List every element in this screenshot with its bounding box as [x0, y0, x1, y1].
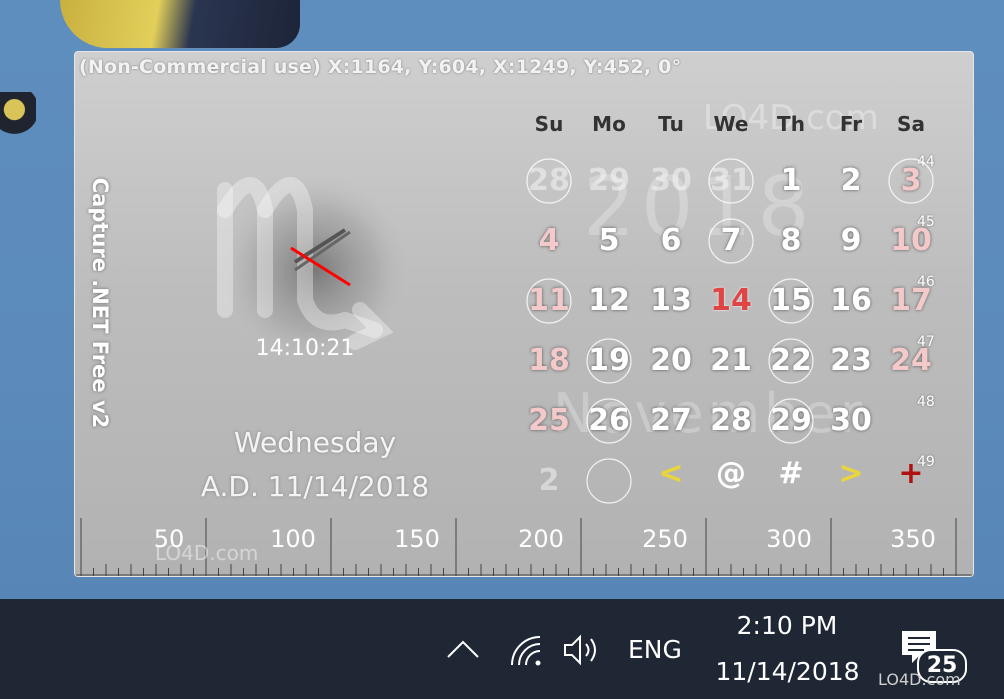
calendar-day[interactable]: 22 [761, 336, 821, 386]
calendar-day[interactable]: 23 [821, 336, 881, 386]
app-title-vertical: Capture .NET Free v2 [83, 148, 117, 458]
week-button[interactable]: # [771, 456, 811, 491]
moon-phase-icon [586, 458, 632, 504]
calendar-day[interactable]: 8 [761, 216, 821, 266]
app-title-text: Capture .NET Free v2 [88, 177, 112, 429]
full-date: A.D. 11/14/2018 [200, 470, 430, 503]
calendar-day[interactable]: 5 [579, 216, 639, 266]
week-number: 44 [917, 154, 935, 170]
week-number: 46 [917, 274, 935, 290]
pixel-ruler[interactable]: 50 100 150 200 250 300 350LO4D.com [75, 512, 973, 576]
week-number: 48 [917, 394, 935, 410]
ruler-label: 200 [518, 525, 564, 553]
calendar-day[interactable]: 9 [821, 216, 881, 266]
calendar-day[interactable]: 12 [579, 276, 639, 326]
skydiver-image [0, 92, 36, 136]
today-button[interactable]: @ [711, 456, 751, 491]
calendar-day[interactable]: 13 [641, 276, 701, 326]
ruler-label: 150 [394, 525, 440, 553]
calendar-day[interactable]: 20 [641, 336, 701, 386]
calendar-day[interactable]: 1 [761, 156, 821, 206]
language-indicator[interactable]: ENG [628, 635, 682, 664]
weekday-label: Su [534, 112, 564, 136]
digital-time: 14:10:21 [256, 336, 355, 360]
calendar-day[interactable]: 16 [821, 276, 881, 326]
ruler-label: 100 [270, 525, 316, 553]
calendar-day[interactable]: 29 [761, 396, 821, 446]
taskbar: ENG 2:10 PM 11/14/2018 25 [0, 599, 1004, 699]
day-of-week: Wednesday [233, 426, 397, 459]
week-number: 47 [917, 334, 935, 350]
ruler-label: 300 [766, 525, 812, 553]
weekday-label: Th [777, 112, 805, 136]
week-number: 45 [917, 214, 935, 230]
calendar-day[interactable]: 14 [701, 276, 761, 326]
weekday-label: Mo [592, 112, 626, 136]
calendar-day[interactable]: 2 [519, 456, 579, 506]
ruler-label: 350 [890, 525, 936, 553]
calendar-day[interactable]: 21 [701, 336, 761, 386]
calendar-day[interactable]: 11 [519, 276, 579, 326]
speaker-icon[interactable] [562, 633, 602, 667]
calendar-day[interactable]: 25 [519, 396, 579, 446]
weekday-label: Fr [839, 112, 863, 136]
calendar-day[interactable]: 6 [641, 216, 701, 266]
weekday-label: We [713, 112, 749, 136]
wifi-icon[interactable] [508, 633, 544, 667]
calendar-day[interactable]: 4 [519, 216, 579, 266]
chevron-up-icon[interactable] [446, 639, 480, 659]
ruler-watermark: LO4D.com [155, 541, 258, 565]
taskbar-date[interactable]: 11/14/2018 [700, 657, 875, 686]
calendar-day[interactable]: 30 [641, 156, 701, 206]
calendar-day[interactable]: 31 [701, 156, 761, 206]
weekday-label: Tu [658, 112, 684, 136]
analog-clock: 14:10:21 [215, 170, 405, 360]
calendar-day[interactable]: 28 [701, 396, 761, 446]
calendar-day[interactable]: 26 [579, 396, 639, 446]
calendar-day[interactable]: 15 [761, 276, 821, 326]
taskbar-time[interactable]: 2:10 PM [712, 611, 862, 640]
weekday-label: Sa [897, 112, 925, 136]
capture-widget[interactable]: (Non-Commercial use) X:1164, Y:604, X:12… [74, 51, 974, 577]
calendar-day[interactable]: 27 [641, 396, 701, 446]
prev-month-button[interactable]: < [651, 456, 691, 491]
coordinates-status: (Non-Commercial use) X:1164, Y:604, X:12… [79, 56, 682, 78]
add-event-button[interactable]: + [891, 456, 931, 491]
calendar-day[interactable]: 19 [579, 336, 639, 386]
calendar-day[interactable]: 30 [821, 396, 881, 446]
calendar-day[interactable]: 18 [519, 336, 579, 386]
calendar-day[interactable]: 28 [519, 156, 579, 206]
ruler-label: 250 [642, 525, 688, 553]
brand-watermark: LO4D.com [878, 670, 961, 689]
calendar-day[interactable]: 7 [701, 216, 761, 266]
calendar-day[interactable]: 29 [579, 156, 639, 206]
next-month-button[interactable]: > [831, 456, 871, 491]
parachute-image [60, 0, 300, 48]
calendar-day[interactable]: 2 [821, 156, 881, 206]
